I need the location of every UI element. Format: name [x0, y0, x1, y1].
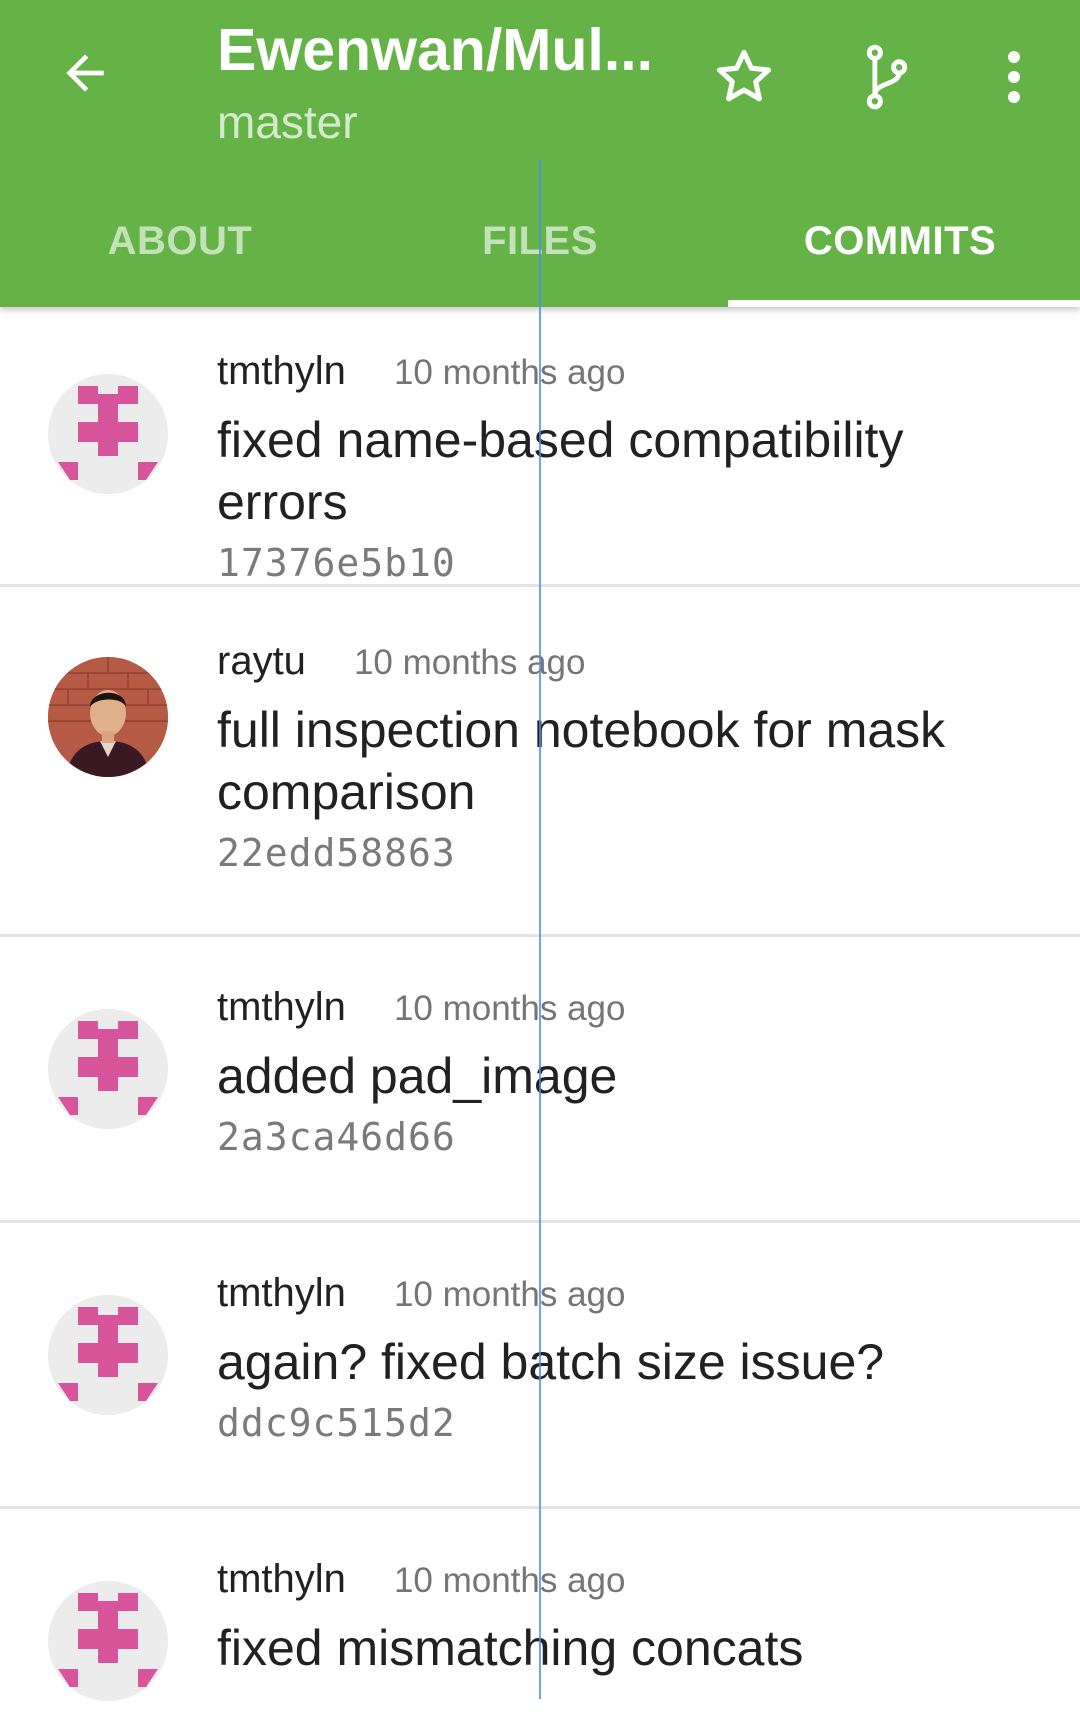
- commit-sha: 22edd58863: [217, 831, 456, 875]
- more-vertical-icon: [1004, 47, 1024, 112]
- commit-author: tmthyln: [217, 985, 346, 1029]
- star-outline-icon: [712, 45, 776, 114]
- commit-message: again? fixed batch size issue?: [217, 1334, 885, 1390]
- arrow-left-icon: [57, 45, 113, 106]
- commit-body: tmthyln 10 months ago again? fixed batch…: [217, 1271, 1040, 1453]
- branch-button[interactable]: [846, 38, 928, 120]
- branch-subtitle: master: [217, 96, 358, 148]
- commit-message: fixed name-based compatibility errors: [217, 412, 904, 530]
- commit-time: 10 months ago: [393, 353, 626, 392]
- tab-about[interactable]: ABOUT: [0, 190, 360, 307]
- commit-author: tmthyln: [217, 1557, 346, 1601]
- commit-body: tmthyln 10 months ago added pad_image 2a…: [217, 985, 1040, 1167]
- commit-message: added pad_image: [217, 1048, 618, 1104]
- commit-time: 10 months ago: [393, 989, 626, 1028]
- star-button[interactable]: [703, 38, 785, 120]
- overflow-menu-button[interactable]: [973, 38, 1055, 120]
- commit-author: raytu: [217, 639, 306, 683]
- author-avatar: [48, 374, 168, 494]
- commit-message: fixed mismatching concats: [217, 1620, 804, 1676]
- commit-author: tmthyln: [217, 1271, 346, 1315]
- commit-message: full inspection notebook for mask compar…: [217, 702, 946, 820]
- commit-sha: 17376e5b10: [217, 541, 456, 585]
- author-avatar: [48, 657, 168, 777]
- commit-sha: 2a3ca46d66: [217, 1115, 456, 1159]
- identicon-image: [48, 374, 168, 494]
- author-avatar: [48, 1295, 168, 1415]
- portrait-photo: [48, 657, 168, 777]
- identicon-image: [48, 1295, 168, 1415]
- author-avatar: [48, 1009, 168, 1129]
- commit-body: tmthyln 10 months ago fixed mismatching …: [217, 1557, 1040, 1679]
- repo-title: Ewenwan/Mul...: [217, 17, 653, 83]
- git-branch-icon: [857, 43, 917, 116]
- commit-sha: ddc9c515d2: [217, 1401, 456, 1445]
- commit-author: tmthyln: [217, 349, 346, 393]
- commit-time: 10 months ago: [393, 1275, 626, 1314]
- tab-commits[interactable]: COMMITS: [720, 190, 1080, 307]
- back-button[interactable]: [44, 34, 126, 116]
- commit-body: tmthyln 10 months ago fixed name-based c…: [217, 349, 1040, 593]
- commit-time: 10 months ago: [353, 643, 586, 682]
- commit-time: 10 months ago: [393, 1561, 626, 1600]
- author-avatar: [48, 1581, 168, 1701]
- layout-guide-line: [539, 160, 541, 1699]
- commit-body: raytu 10 months ago full inspection note…: [217, 639, 1040, 883]
- identicon-image: [48, 1009, 168, 1129]
- identicon-image: [48, 1581, 168, 1701]
